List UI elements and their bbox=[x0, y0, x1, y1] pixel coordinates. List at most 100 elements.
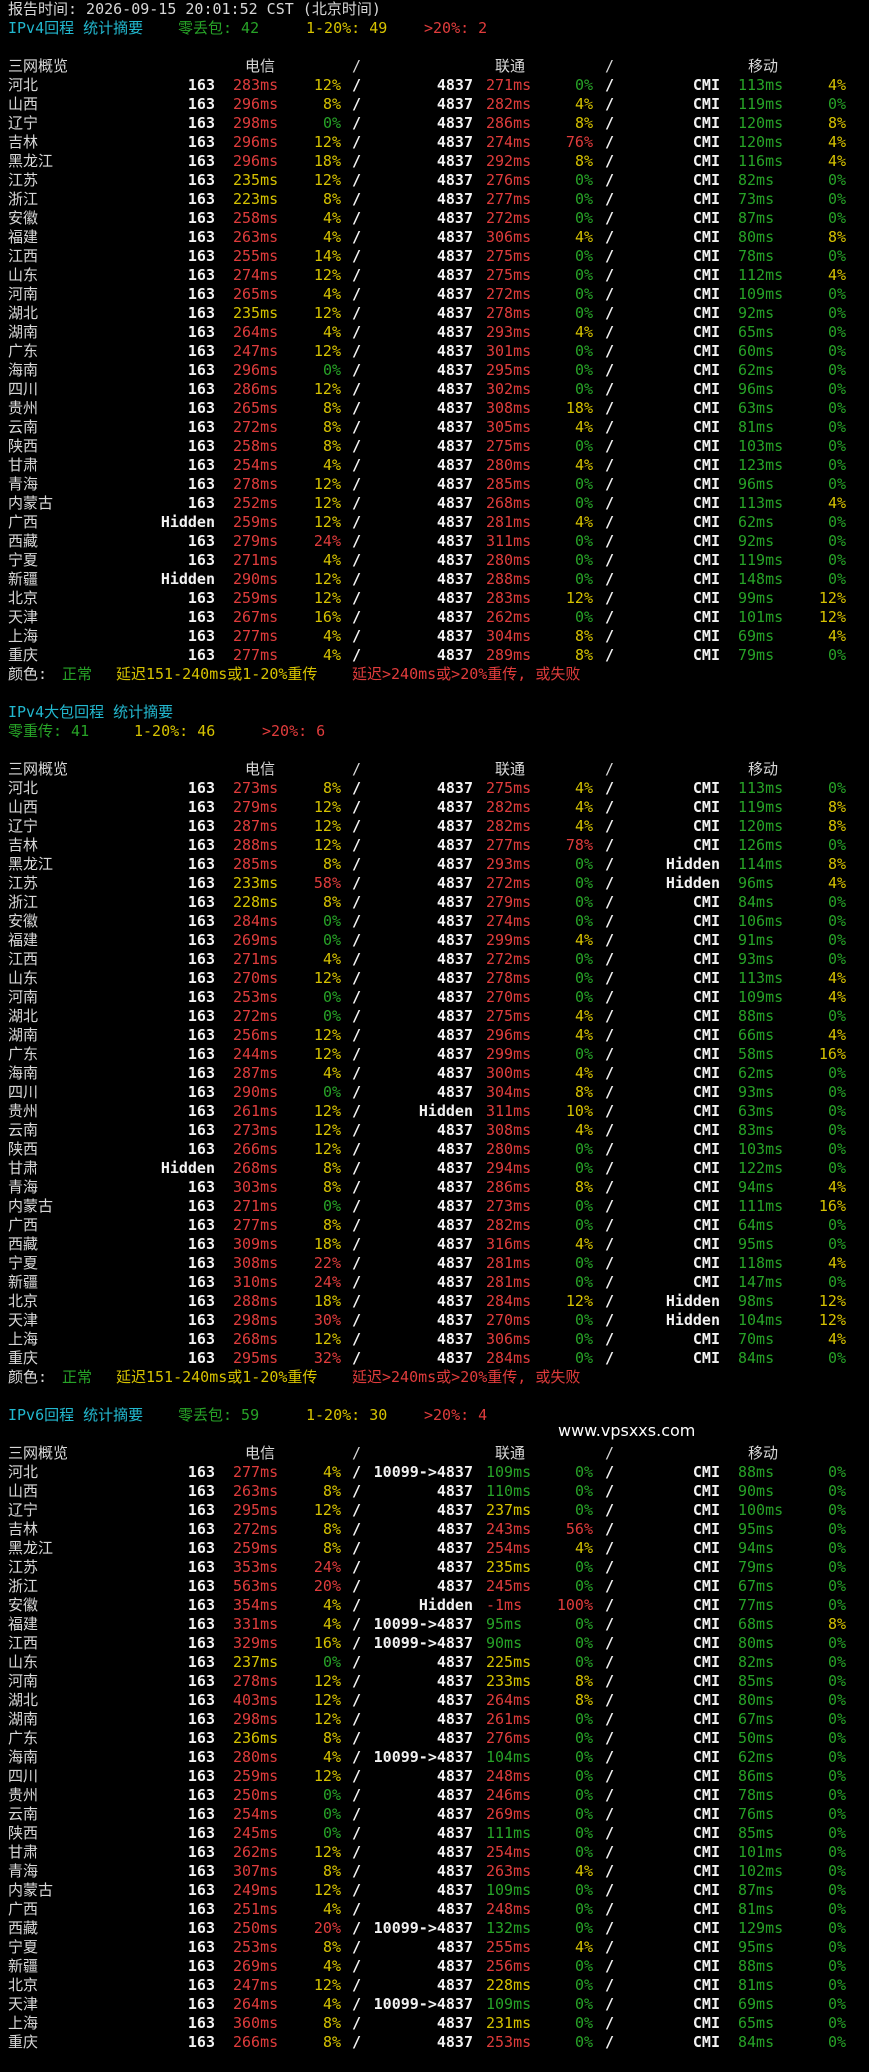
table-row: 辽宁 163 298ms 0%/4837 286ms 8% / CMI 120ms 8% bbox=[0, 114, 869, 133]
mobile-loss: 4% bbox=[827, 969, 846, 987]
mobile-loss: 0% bbox=[827, 1273, 846, 1291]
table-row: 河北 163 273ms 8%/4837 275ms 4% / CMI 113ms 0% bbox=[0, 779, 869, 798]
table-row: 广东 163 247ms 12%/4837 301ms 0% / CMI 60ms 0% bbox=[0, 342, 869, 361]
table-row: 甘肃 163 262ms 12%/4837 254ms 0% / CMI 101ms 0% bbox=[0, 1843, 869, 1862]
table-row: 广东 163 236ms 8%/4837 276ms 0% / CMI 50ms 0% bbox=[0, 1729, 869, 1748]
mobile-loss: 0% bbox=[827, 1558, 846, 1576]
table-row: 黑龙江 163 296ms 18%/4837 292ms 8% / CMI 116ms 4% bbox=[0, 152, 869, 171]
stat-low: 1-20%: 30 bbox=[306, 1406, 388, 1424]
header-unicom: 联通 bbox=[495, 57, 526, 75]
header-telecom: 电信 bbox=[245, 57, 276, 75]
table-row: 江苏 163 235ms 12%/4837 276ms 0% / CMI 82ms 0% bbox=[0, 171, 869, 190]
stat-low: 1-20%: 49 bbox=[306, 19, 388, 37]
mobile-loss: 0% bbox=[827, 1083, 846, 1101]
header-telecom: 电信 bbox=[245, 760, 276, 778]
table-row: 贵州 163 250ms 0%/4837 246ms 0% / CMI 78ms 0% bbox=[0, 1786, 869, 1805]
mobile-loss: 0% bbox=[827, 836, 846, 854]
mobile-loss: 0% bbox=[827, 570, 846, 588]
table-row: 上海 163 268ms 12%/4837 306ms 0% / CMI 70ms 4% bbox=[0, 1330, 869, 1349]
header-sep: / bbox=[605, 760, 615, 778]
terminal-output: 报告时间: 2026-09-15 20:01:52 CST (北京时间) IPv4… bbox=[0, 0, 869, 2052]
header-sep: / bbox=[352, 760, 362, 778]
table-row: 浙江 163 563ms 20%/4837 245ms 0% / CMI 67ms 0% bbox=[0, 1577, 869, 1596]
table-row: 吉林 163 296ms 12%/4837 274ms 76% / CMI 120ms 4% bbox=[0, 133, 869, 152]
section-title: IPv4大包回程 统计摘要 bbox=[8, 703, 174, 721]
table-row: 安徽 163 354ms 4% / Hidden -1ms 100% / CMI 77ms 0% bbox=[0, 1596, 869, 1615]
mobile-loss: 0% bbox=[827, 1216, 846, 1234]
header-sep: / bbox=[605, 57, 615, 75]
table-row: 广西 Hidden 259ms 12%/4837 281ms 4% / CMI 62ms 0% bbox=[0, 513, 869, 532]
header-unicom: 联通 bbox=[495, 1444, 526, 1462]
table-row: 河南 163 253ms 0%/4837 270ms 0% / CMI 109ms 4% bbox=[0, 988, 869, 1007]
mobile-loss: 0% bbox=[827, 513, 846, 531]
table-row: 山西 163 279ms 12%/4837 282ms 4% / CMI 119ms 8% bbox=[0, 798, 869, 817]
mobile-loss: 0% bbox=[827, 209, 846, 227]
table-row: 贵州 163 261ms 12% / Hidden 311ms 10% / CMI 63ms 0% bbox=[0, 1102, 869, 1121]
stat-zero: 零丢包: 42 bbox=[178, 19, 260, 37]
mobile-loss: 4% bbox=[827, 1254, 846, 1272]
mobile-loss: 0% bbox=[827, 1140, 846, 1158]
mobile-loss: 0% bbox=[827, 1463, 846, 1481]
mobile-loss: 0% bbox=[827, 1691, 846, 1709]
mobile-loss: 0% bbox=[827, 1843, 846, 1861]
mobile-loss: 0% bbox=[827, 1710, 846, 1728]
mobile-loss: 0% bbox=[827, 1596, 846, 1614]
mobile-loss: 4% bbox=[827, 266, 846, 284]
table-row: 辽宁 163 295ms 12%/4837 237ms 0% / CMI 100ms 0% bbox=[0, 1501, 869, 1520]
section-title-line: IPv6回程 统计摘要 零丢包: 59 1-20%: 30 >20%: 4 bbox=[0, 1406, 869, 1425]
table-row: 广西 163 251ms 4%/4837 248ms 0% / CMI 81ms 0% bbox=[0, 1900, 869, 1919]
section-stats-line: 零重传: 41 1-20%: 46 >20%: 6 bbox=[0, 722, 869, 741]
mobile-loss: 16% bbox=[818, 1045, 846, 1063]
mobile-loss: 0% bbox=[827, 551, 846, 569]
mobile-loss: 0% bbox=[827, 1805, 846, 1823]
mobile-loss: 0% bbox=[827, 1767, 846, 1785]
mobile-loss: 0% bbox=[827, 1938, 846, 1956]
legend-label: 颜色: bbox=[8, 1368, 48, 1386]
table-row: 吉林 163 288ms 12%/4837 277ms 78% / CMI 126ms 0% bbox=[0, 836, 869, 855]
legend-bad: 延迟>240ms或>20%重传, 或失败 bbox=[352, 1368, 581, 1386]
mobile-loss: 0% bbox=[827, 1102, 846, 1120]
table-header: 三网概览 电信 / 联通 / 移动 bbox=[0, 760, 869, 779]
table-row: 山东 163 270ms 12%/4837 278ms 0% / CMI 113ms 4% bbox=[0, 969, 869, 988]
header-mobile: 移动 bbox=[748, 1444, 779, 1462]
table-row: 内蒙古 163 249ms 12%/4837 109ms 0% / CMI 87ms 0% bbox=[0, 1881, 869, 1900]
mobile-loss: 0% bbox=[827, 304, 846, 322]
table-row: 陕西 163 266ms 12%/4837 280ms 0% / CMI 103ms 0% bbox=[0, 1140, 869, 1159]
table-row: 内蒙古 163 271ms 0%/4837 273ms 0% / CMI 111ms 16% bbox=[0, 1197, 869, 1216]
table-row: 江苏 163 233ms 58%/4837 272ms 0% / Hidden 96ms 4% bbox=[0, 874, 869, 893]
mobile-loss: 4% bbox=[827, 152, 846, 170]
table-row: 甘肃 163 254ms 4%/4837 280ms 4% / CMI 123ms 0% bbox=[0, 456, 869, 475]
mobile-loss: 4% bbox=[827, 494, 846, 512]
mobile-loss: 0% bbox=[827, 437, 846, 455]
table-row: 云南 163 254ms 0%/4837 269ms 0% / CMI 76ms 0% bbox=[0, 1805, 869, 1824]
table-row: 重庆 163 266ms 8%/4837 253ms 0% / CMI 84ms 0% bbox=[0, 2033, 869, 2052]
table-row: 浙江 163 228ms 8%/4837 279ms 0% / CMI 84ms 0% bbox=[0, 893, 869, 912]
table-row: 宁夏 163 308ms 22%/4837 281ms 0% / CMI 118ms 4% bbox=[0, 1254, 869, 1273]
table-row: 陕西 163 258ms 8%/4837 275ms 0% / CMI 103ms 0% bbox=[0, 437, 869, 456]
table-row: 西藏 163 250ms 20%/10099->4837 132ms 0% / CMI 129m… bbox=[0, 1919, 869, 1938]
mobile-loss: 0% bbox=[827, 1729, 846, 1747]
mobile-loss: 0% bbox=[827, 931, 846, 949]
header-region: 三网概览 bbox=[8, 760, 69, 778]
table-row: 云南 163 272ms 8%/4837 305ms 4% / CMI 81ms 0% bbox=[0, 418, 869, 437]
header-mobile: 移动 bbox=[748, 760, 779, 778]
mobile-loss: 8% bbox=[827, 1615, 846, 1633]
mobile-loss: 0% bbox=[827, 1672, 846, 1690]
table-row: 广东 163 244ms 12%/4837 299ms 0% / CMI 58ms 16% bbox=[0, 1045, 869, 1064]
mobile-loss: 4% bbox=[827, 1026, 846, 1044]
mobile-loss: 0% bbox=[827, 1900, 846, 1918]
mobile-loss: 12% bbox=[818, 608, 846, 626]
mobile-loss: 8% bbox=[827, 228, 846, 246]
mobile-loss: 0% bbox=[827, 399, 846, 417]
table-row: 新疆 163 310ms 24%/4837 281ms 0% / CMI 147ms 0% bbox=[0, 1273, 869, 1292]
mobile-loss: 0% bbox=[827, 247, 846, 265]
table-row: 宁夏 163 271ms 4%/4837 280ms 0% / CMI 119ms 0% bbox=[0, 551, 869, 570]
table-row: 天津 163 264ms 4%/10099->4837 109ms 0% / CMI 69ms 0… bbox=[0, 1995, 869, 2014]
stat-zero: 零丢包: 59 bbox=[178, 1406, 260, 1424]
stat-zero: 零重传: 41 bbox=[8, 722, 90, 740]
mobile-loss: 0% bbox=[827, 1653, 846, 1671]
